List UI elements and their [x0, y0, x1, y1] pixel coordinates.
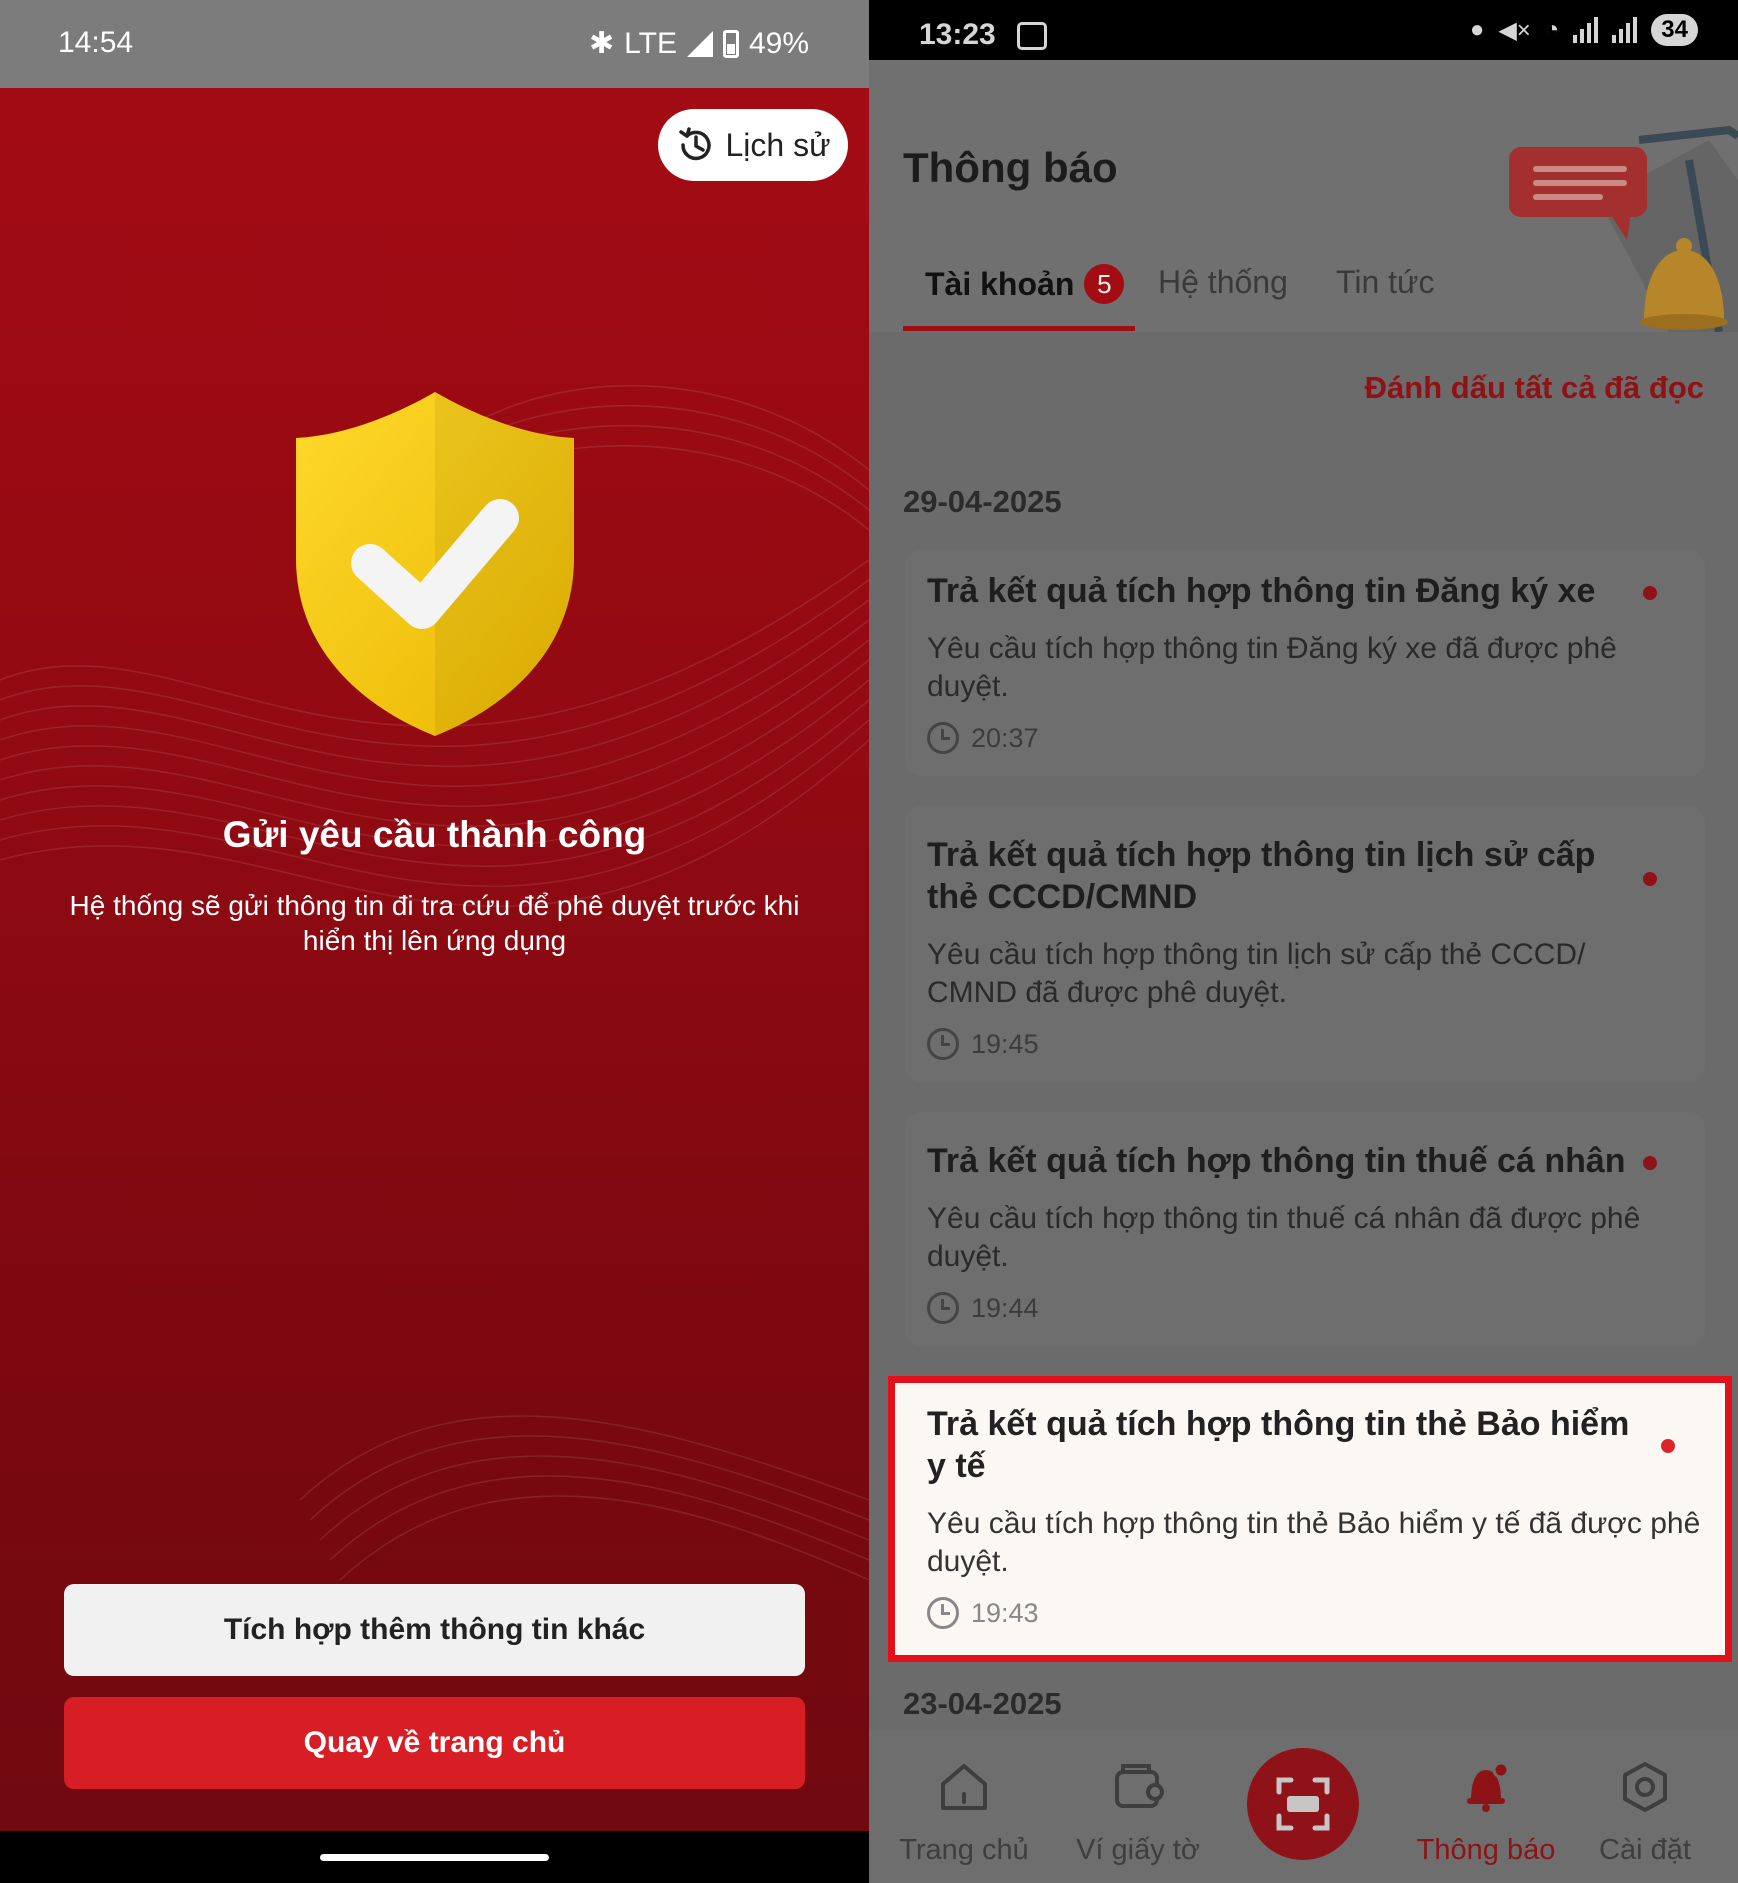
date-group-label: 23-04-2025 [903, 1686, 1062, 1721]
unread-dot [1643, 872, 1657, 886]
status-time: 13:23 [919, 18, 996, 51]
history-icon [679, 127, 712, 161]
tab-news[interactable]: Tin tức [1336, 264, 1434, 301]
nav-wallet[interactable]: Ví giấy tờ [1063, 1760, 1213, 1867]
nav-settings[interactable]: Cài đặt [1570, 1760, 1720, 1867]
unread-dot [1643, 586, 1657, 600]
nav-wallet-label: Ví giấy tờ [1076, 1834, 1200, 1866]
home-gesture-bar[interactable] [320, 1854, 549, 1861]
nav-home[interactable]: Trang chủ [889, 1760, 1039, 1867]
shield-check-icon [296, 392, 574, 736]
bottom-navigation: Trang chủ Ví giấy tờ Thông báo Cài đặt [869, 1730, 1738, 1883]
notifications-screen: 13:23 ● ◀× ◔ 34 Thông báo Tài khoản 5 Hệ… [869, 0, 1738, 1883]
bluetooth-icon: ✱ [589, 27, 615, 60]
success-description: Hệ thống sẽ gửi thông tin đi tra cứu để … [69, 890, 800, 956]
success-title: Gửi yêu cầu thành công [222, 814, 647, 855]
notification-title: Trả kết quả tích hợp thông tin lịch sử c… [927, 836, 1596, 916]
battery-icon [722, 29, 739, 58]
signal-icon-2 [1612, 17, 1638, 43]
mark-all-read-link[interactable]: Đánh dấu tất cả đã đọc [1365, 370, 1704, 406]
nav-settings-label: Cài đặt [1599, 1834, 1691, 1866]
notification-header: Thông báo Tài khoản 5 Hệ thống Tin tức [869, 60, 1738, 332]
clock-icon [927, 1028, 959, 1060]
notification-title: Trả kết quả tích hợp thông tin thuế cá n… [927, 1142, 1626, 1180]
page-title: Thông báo [903, 144, 1118, 191]
notification-body: Yêu cầu tích hợp thông tin thuế cá nhân … [927, 1202, 1641, 1273]
success-screen: 14:54 ✱ LTE 49% Lịch sử Gửi yêu cầu thàn… [0, 0, 869, 1883]
signal-icon [686, 30, 713, 57]
notification-time-value: 19:45 [971, 1028, 1039, 1059]
history-label: Lịch sử [725, 126, 831, 163]
scan-icon [1276, 1777, 1330, 1831]
tab-accounts[interactable]: Tài khoản 5 [925, 264, 1125, 304]
unread-count-badge: 5 [1084, 264, 1125, 304]
date-group-label: 29-04-2025 [903, 484, 1062, 519]
notification-card[interactable]: Trả kết quả tích hợp thông tin Đăng ký x… [905, 550, 1705, 776]
notification-title: Trả kết quả tích hợp thông tin Đăng ký x… [927, 572, 1596, 610]
notification-card[interactable]: Trả kết quả tích hợp thông tin lịch sử c… [905, 806, 1705, 1082]
nav-notifications[interactable]: Thông báo [1411, 1760, 1561, 1867]
nav-notifications-label: Thông báo [1416, 1834, 1556, 1866]
notification-time-value: 20:37 [971, 722, 1039, 753]
screenshot-icon [1017, 22, 1047, 50]
network-label: LTE [624, 26, 677, 60]
wallet-icon [1115, 1764, 1164, 1808]
integrate-more-button[interactable]: Tích hợp thêm thông tin khác [64, 1584, 805, 1676]
paw-icon: ● [1469, 16, 1485, 43]
active-tab-indicator [903, 326, 1135, 331]
notification-card[interactable]: Trả kết quả tích hợp thông tin thuế cá n… [905, 1112, 1705, 1346]
home-icon [941, 1764, 987, 1810]
notification-time: 20:37 [927, 722, 1039, 754]
battery-percent: 49% [748, 26, 809, 60]
settings-icon [1623, 1762, 1667, 1812]
notification-time-value: 19:44 [971, 1292, 1039, 1323]
bell-icon [1467, 1761, 1510, 1812]
tab-system[interactable]: Hệ thống [1158, 264, 1288, 301]
notification-time: 19:44 [927, 1292, 1039, 1324]
signal-icon [1573, 17, 1599, 43]
nav-home-label: Trang chủ [899, 1834, 1029, 1866]
highlight-frame [888, 1376, 1732, 1662]
scan-button[interactable] [1247, 1748, 1359, 1860]
mute-icon: ◀× [1498, 16, 1531, 44]
notification-time: 19:45 [927, 1028, 1039, 1060]
wifi-icon: ◔ [1544, 16, 1560, 43]
notification-body: Yêu cầu tích hợp thông tin lịch sử cấp t… [927, 938, 1586, 1009]
clock-icon [927, 1292, 959, 1324]
status-time: 14:54 [58, 26, 134, 59]
status-bar: 14:54 ✱ LTE 49% [0, 0, 869, 88]
notification-body: Yêu cầu tích hợp thông tin Đăng ký xe đã… [927, 632, 1617, 703]
back-home-button[interactable]: Quay về trang chủ [64, 1697, 805, 1789]
tab-accounts-label: Tài khoản [925, 265, 1075, 302]
status-bar: 13:23 ● ◀× ◔ 34 [869, 0, 1738, 60]
history-button[interactable]: Lịch sử [658, 109, 848, 181]
unread-dot [1643, 1156, 1657, 1170]
battery-level: 34 [1651, 14, 1698, 46]
notification-illustration [1509, 125, 1738, 332]
clock-icon [927, 722, 959, 754]
